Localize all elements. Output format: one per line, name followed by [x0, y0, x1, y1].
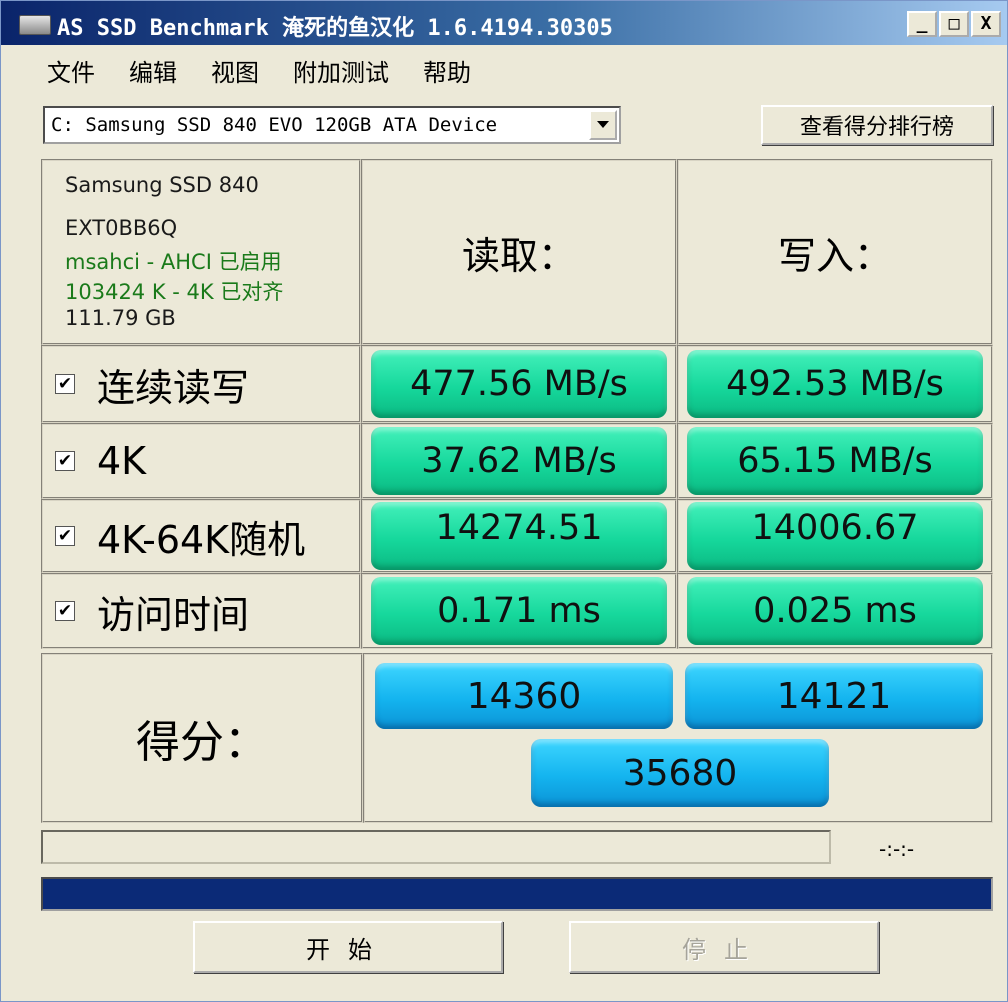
row-label: 4K: [97, 439, 147, 483]
overall-progress-bar: [41, 877, 993, 911]
stop-button[interactable]: 停止: [569, 921, 879, 973]
4k-64k-write-result: 14006.67: [687, 502, 983, 570]
menu-extra-tests[interactable]: 附加测试: [259, 53, 389, 88]
overall-progress-fill: [43, 879, 991, 909]
4k-read-result: 37.62 MB/s: [371, 427, 667, 495]
close-button[interactable]: X: [971, 11, 1001, 37]
alignment-status: 103424 K - 4K 已对齐: [65, 280, 284, 304]
read-header: 读取：: [361, 159, 677, 345]
menu-help[interactable]: 帮助: [389, 53, 471, 88]
access-time-checkbox[interactable]: ✔: [55, 601, 75, 621]
menu-bar: 文件 编辑 视图 附加测试 帮助: [1, 45, 1007, 95]
menu-view[interactable]: 视图: [177, 53, 259, 88]
total-score: 35680: [531, 739, 829, 807]
4k-64k-read-result: 14274.51: [371, 502, 667, 570]
write-header: 写入：: [677, 159, 993, 345]
sequential-checkbox[interactable]: ✔: [55, 374, 75, 394]
score-values-panel: 14360 14121 35680: [363, 653, 993, 823]
window-title: AS SSD Benchmark 淹死的鱼汉化 1.6.4194.30305: [57, 16, 613, 41]
minimize-button[interactable]: _: [907, 11, 937, 37]
read-score: 14360: [375, 663, 673, 729]
score-label: 得分：: [41, 653, 363, 823]
sequential-read-result: 477.56 MB/s: [371, 350, 667, 418]
4k-64k-checkbox[interactable]: ✔: [55, 526, 75, 546]
sequential-write-cell: 492.53 MB/s: [677, 345, 993, 423]
drive-firmware: EXT0BB6Q: [65, 216, 178, 240]
main-window: AS SSD Benchmark 淹死的鱼汉化 1.6.4194.30305 _…: [0, 0, 1008, 1002]
access-time-read-result: 0.171 ms: [371, 577, 667, 645]
4k-write-cell: 65.15 MB/s: [677, 423, 993, 499]
maximize-button[interactable]: □: [939, 11, 969, 37]
menu-edit[interactable]: 编辑: [95, 53, 177, 88]
test-progress-bar: [41, 830, 831, 864]
access-time-read-cell: 0.171 ms: [361, 573, 677, 649]
drive-model: Samsung SSD 840: [65, 173, 259, 197]
4k-write-result: 65.15 MB/s: [687, 427, 983, 495]
4k-64k-write-cell: 14006.67: [677, 499, 993, 573]
row-label: 连续读写: [97, 365, 250, 410]
4k-read-cell: 37.62 MB/s: [361, 423, 677, 499]
score-panel: 得分： 14360 14121 35680: [41, 653, 993, 823]
drive-info-panel: Samsung SSD 840 EXT0BB6Q msahci - AHCI 已…: [41, 159, 361, 345]
elapsed-time: -:-:-: [879, 837, 915, 861]
row-sequential: ✔ 连续读写: [41, 345, 361, 423]
row-4k-64k: ✔ 4K-64K随机: [41, 499, 361, 573]
ranking-button[interactable]: 查看得分排行榜: [761, 105, 993, 145]
row-4k: ✔ 4K: [41, 423, 361, 499]
write-score: 14121: [685, 663, 983, 729]
menu-file[interactable]: 文件: [1, 53, 95, 88]
start-button[interactable]: 开始: [193, 921, 503, 973]
sequential-write-result: 492.53 MB/s: [687, 350, 983, 418]
row-access-time: ✔ 访问时间: [41, 573, 361, 649]
driver-status: msahci - AHCI 已启用: [65, 250, 282, 274]
title-bar[interactable]: AS SSD Benchmark 淹死的鱼汉化 1.6.4194.30305 _…: [1, 1, 1007, 45]
window-controls: _ □ X: [907, 11, 1001, 37]
sequential-read-cell: 477.56 MB/s: [361, 345, 677, 423]
dropdown-arrow-icon[interactable]: [589, 110, 617, 140]
row-label: 4K-64K随机: [97, 517, 306, 562]
app-drive-icon: [19, 15, 51, 35]
drive-select[interactable]: C: Samsung SSD 840 EVO 120GB ATA Device: [43, 106, 621, 144]
access-time-write-result: 0.025 ms: [687, 577, 983, 645]
4k-checkbox[interactable]: ✔: [55, 451, 75, 471]
drive-select-value: C: Samsung SSD 840 EVO 120GB ATA Device: [51, 114, 498, 136]
4k-64k-read-cell: 14274.51: [361, 499, 677, 573]
drive-capacity: 111.79 GB: [65, 306, 176, 330]
row-label: 访问时间: [97, 592, 250, 637]
results-grid: Samsung SSD 840 EXT0BB6Q msahci - AHCI 已…: [41, 159, 993, 649]
access-time-write-cell: 0.025 ms: [677, 573, 993, 649]
